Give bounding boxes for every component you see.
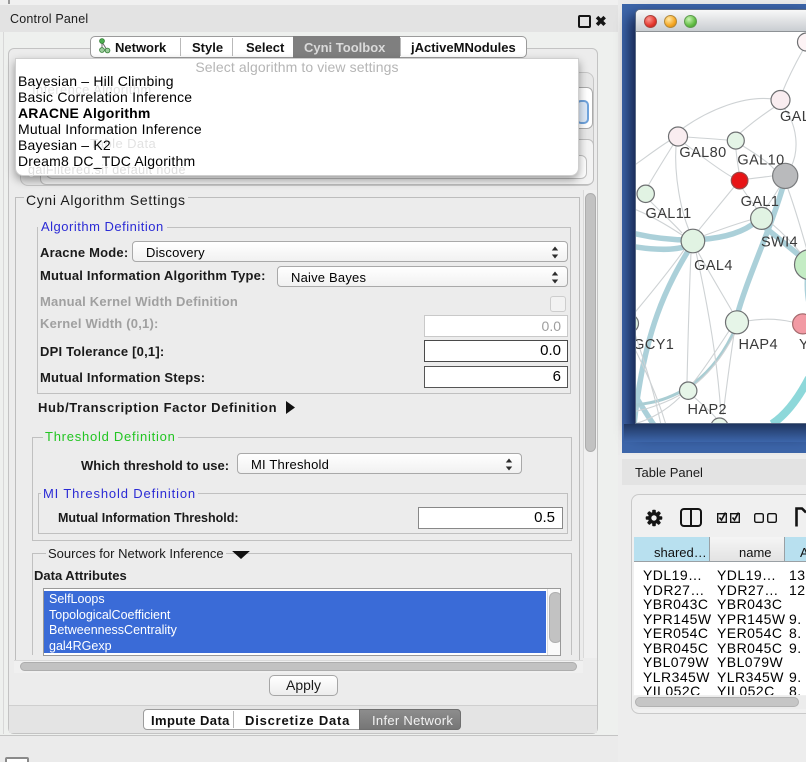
svg-text:GCY1: GCY1 [636, 337, 674, 353]
svg-text:HAP2: HAP2 [688, 402, 727, 418]
svg-text:HAP4: HAP4 [738, 337, 777, 353]
svg-text:GAL80: GAL80 [679, 145, 726, 161]
svg-text:SWI4: SWI4 [761, 235, 798, 251]
svg-text:GAL1: GAL1 [741, 194, 780, 210]
svg-text:GAL10: GAL10 [737, 153, 784, 169]
svg-text:GAL7: GAL7 [780, 109, 806, 125]
svg-text:YJ: YJ [799, 337, 806, 353]
svg-text:GAL11: GAL11 [646, 206, 692, 222]
svg-text:GAL4: GAL4 [694, 258, 733, 274]
